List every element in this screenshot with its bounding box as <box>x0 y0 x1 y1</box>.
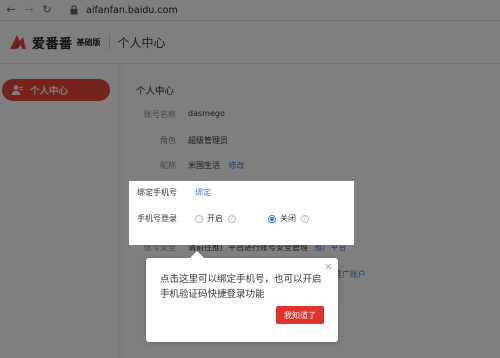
phone-settings-card: 绑定手机号 绑定 手机号登录 开启 ? 关闭 ? <box>129 181 354 245</box>
radio-enable[interactable] <box>195 214 203 223</box>
tooltip-text: 点击这里可以绑定手机号，也可以开启手机验证码快捷登录功能 <box>160 274 322 300</box>
radio-disable-label[interactable]: 关闭 <box>280 213 296 224</box>
bind-phone-label: 绑定手机号 <box>137 188 177 197</box>
help-icon[interactable]: ? <box>301 214 309 223</box>
bind-phone-row: 绑定手机号 绑定 <box>137 187 211 198</box>
radio-disable[interactable] <box>268 214 276 223</box>
help-icon[interactable]: ? <box>228 214 236 223</box>
got-it-button[interactable]: 我知道了 <box>276 306 324 324</box>
guide-tooltip: × 点击这里可以绑定手机号，也可以开启手机验证码快捷登录功能 我知道了 <box>146 251 338 342</box>
phone-login-label: 手机号登录 <box>137 214 177 223</box>
bind-phone-link[interactable]: 绑定 <box>195 187 211 198</box>
phone-login-row: 手机号登录 开启 ? 关闭 ? <box>137 213 309 224</box>
radio-enable-label[interactable]: 开启 <box>207 213 223 224</box>
